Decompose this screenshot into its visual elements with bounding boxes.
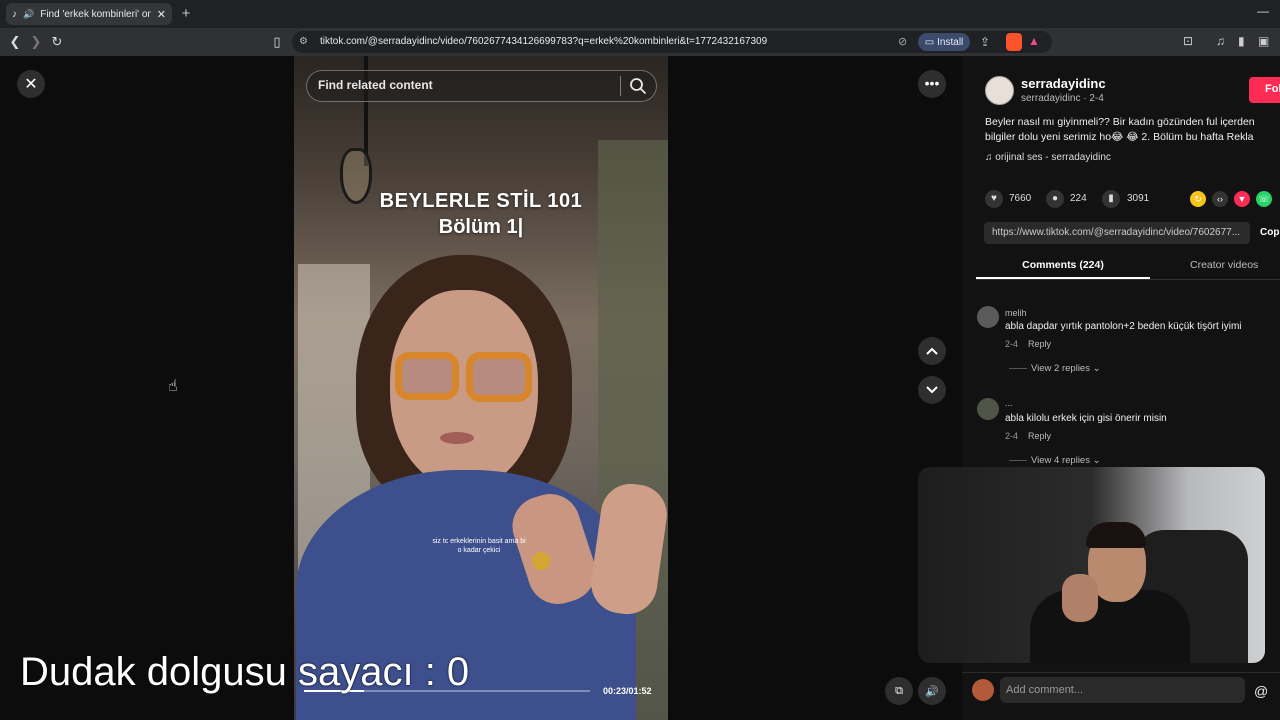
brave-shield-icon[interactable]: [1006, 33, 1022, 51]
like-count: 7660: [1009, 193, 1032, 204]
comment-date: 2-4: [1005, 339, 1019, 349]
tracking-icon[interactable]: ⊘: [898, 35, 907, 48]
video-glasses-right: [466, 352, 532, 402]
video-link-field[interactable]: https://www.tiktok.com/@serradayidinc/vi…: [984, 222, 1250, 244]
address-bar-url: tiktok.com/@serradayidinc/video/76026774…: [320, 36, 768, 47]
video-description-line2: bilgiler dolu yeni serimiz ho😂 😂 2. Bölü…: [985, 131, 1254, 143]
like-icon[interactable]: ♥: [985, 190, 1003, 208]
video-person-mouth: [440, 432, 474, 444]
close-icon: ✕: [24, 76, 38, 93]
tab-title: Find 'erkek kombinleri' on Tik: [40, 8, 151, 20]
more-icon: •••: [924, 75, 940, 91]
search-icon[interactable]: [628, 76, 648, 96]
search-divider: [620, 76, 621, 96]
window-minimize-button[interactable]: —: [1254, 4, 1272, 22]
add-comment-input[interactable]: Add comment...: [1000, 677, 1245, 703]
forward-icon[interactable]: ❯: [27, 33, 45, 51]
brave-rewards-icon[interactable]: ▲: [1028, 34, 1040, 48]
view-replies-button[interactable]: View 2 replies ⌄: [1031, 363, 1101, 374]
subtitle-line2: o kadar çekici: [457, 547, 501, 554]
volume-button[interactable]: 🔊: [918, 677, 946, 705]
tab-creator-videos[interactable]: Creator videos: [1190, 259, 1258, 271]
sidebar-icon[interactable]: ▮: [1238, 34, 1245, 48]
comment-avatar[interactable]: [977, 398, 999, 420]
reply-button[interactable]: Reply: [1028, 339, 1051, 349]
mouse-pointer-icon: ☝: [168, 378, 178, 395]
video-title-line1: BEYLERLE STİL 101: [379, 190, 583, 212]
embed-icon[interactable]: ‹›: [1212, 191, 1228, 207]
creator-avatar[interactable]: [985, 76, 1014, 105]
picture-in-picture-button[interactable]: ⧉: [885, 677, 913, 705]
save-count: 3091: [1127, 193, 1150, 204]
view-replies-button[interactable]: View 4 replies ⌄: [1031, 455, 1101, 466]
copy-link-button[interactable]: Cop: [1260, 227, 1279, 238]
comment-author[interactable]: ...: [1005, 398, 1013, 408]
subtitle-line1: siz tc erkeklerinin basit ama bi: [432, 538, 526, 545]
video-description-line1: Beyler nasıl mı giyinmeli?? Bir kadın gö…: [985, 116, 1255, 128]
pip-icon: ⧉: [895, 684, 903, 697]
tab-comments[interactable]: Comments (224): [976, 259, 1150, 271]
chevron-up-icon: [926, 347, 938, 355]
tab-close-icon[interactable]: ✕: [157, 8, 166, 21]
install-app-button[interactable]: ▭ Install: [918, 33, 970, 51]
video-glasses-left: [395, 352, 459, 400]
comment-text: abla dapdar yırtık pantolon+2 beden küçü…: [1005, 321, 1242, 332]
new-tab-button[interactable]: +: [178, 5, 194, 23]
tabs-divider: [976, 279, 1280, 280]
back-icon[interactable]: ❮: [6, 33, 24, 51]
share-page-icon[interactable]: ⇪: [980, 35, 990, 49]
bookmark-icon[interactable]: ▮: [1102, 190, 1120, 208]
search-input[interactable]: Find related content: [318, 78, 433, 92]
site-settings-icon[interactable]: ⚙: [299, 36, 308, 47]
webcam-person-hand: [1062, 574, 1098, 622]
speaker-icon[interactable]: 🔊: [23, 9, 34, 20]
more-options-button[interactable]: •••: [918, 70, 946, 98]
install-label: Install: [937, 36, 964, 48]
current-user-avatar: [972, 679, 994, 701]
reply-button[interactable]: Reply: [1028, 431, 1051, 441]
bookmark-icon[interactable]: ▯: [268, 33, 286, 51]
video-title-line2: Bölüm 1|: [438, 216, 524, 238]
comment-avatar[interactable]: [977, 306, 999, 328]
send-icon[interactable]: ▼: [1234, 191, 1250, 207]
left-backdrop: [0, 56, 294, 720]
media-icon[interactable]: ♫: [1216, 34, 1225, 48]
chevron-down-icon: [926, 386, 938, 394]
repost-icon[interactable]: ↻: [1190, 191, 1206, 207]
comment-author[interactable]: melih: [1005, 308, 1027, 318]
whatsapp-icon[interactable]: ☏: [1256, 191, 1272, 207]
comment-date: 2-4: [1005, 431, 1019, 441]
close-video-button[interactable]: ✕: [17, 70, 45, 98]
previous-video-button[interactable]: [918, 337, 946, 365]
mention-icon[interactable]: @: [1254, 683, 1268, 699]
replies-divider: [1009, 460, 1027, 461]
next-video-button[interactable]: [918, 376, 946, 404]
music-link[interactable]: ♫ orijinal ses - serradayidinc: [985, 152, 1111, 163]
follow-button[interactable]: Fol: [1249, 77, 1280, 103]
monitor-icon: ▭: [924, 36, 935, 48]
comment-text: abla kilolu erkek için gisi önerir misin: [1005, 413, 1167, 424]
replies-divider: [1009, 368, 1027, 369]
screenshot-icon[interactable]: ⊡: [1183, 34, 1193, 48]
video-subtitle: siz tc erkeklerinin basit ama bi o kadar…: [404, 537, 554, 555]
browser-tab[interactable]: ♪ 🔊 Find 'erkek kombinleri' on Tik ✕: [6, 3, 172, 25]
creator-handle: serradayidinc · 2-4: [1021, 93, 1104, 104]
comment-icon[interactable]: ●: [1046, 190, 1064, 208]
video-timecode: 00:23/01:52: [603, 686, 652, 696]
volume-icon: 🔊: [925, 685, 939, 698]
tiktok-favicon-icon: ♪: [12, 8, 17, 20]
creator-username[interactable]: serradayidinc: [1021, 76, 1106, 91]
stream-overlay-counter: Dudak dolgusu sayacı : 0: [20, 650, 470, 694]
webcam-person-hair: [1086, 522, 1146, 548]
wallet-icon[interactable]: ▣: [1258, 34, 1269, 48]
reload-icon[interactable]: ↻: [48, 33, 66, 51]
comment-count: 224: [1070, 193, 1087, 204]
